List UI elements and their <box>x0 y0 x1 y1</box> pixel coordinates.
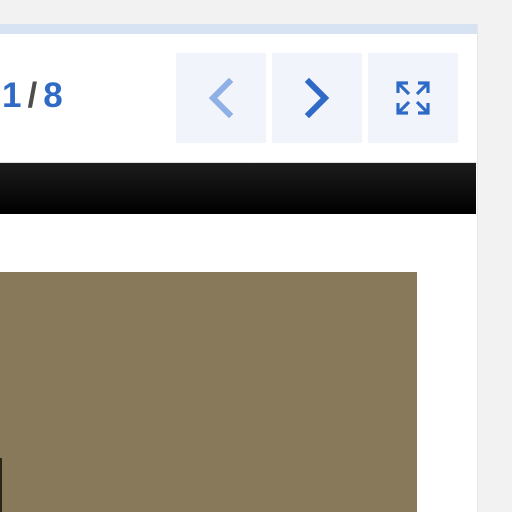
current-slide-number: 1 <box>2 76 22 115</box>
fullscreen-button[interactable] <box>368 53 458 143</box>
top-accent-strip <box>0 24 477 34</box>
image-dark-edge <box>0 458 2 512</box>
chevron-right-icon <box>304 78 330 118</box>
expand-icon <box>396 81 430 115</box>
slide-counter: 1/8 <box>2 74 63 118</box>
total-slides-number: 8 <box>43 76 63 115</box>
next-button[interactable] <box>272 53 362 143</box>
black-toolbar-band <box>0 163 476 214</box>
previous-button[interactable] <box>176 53 266 143</box>
counter-separator: / <box>27 76 38 115</box>
slide-image[interactable] <box>0 272 417 512</box>
chevron-left-icon <box>208 78 234 118</box>
